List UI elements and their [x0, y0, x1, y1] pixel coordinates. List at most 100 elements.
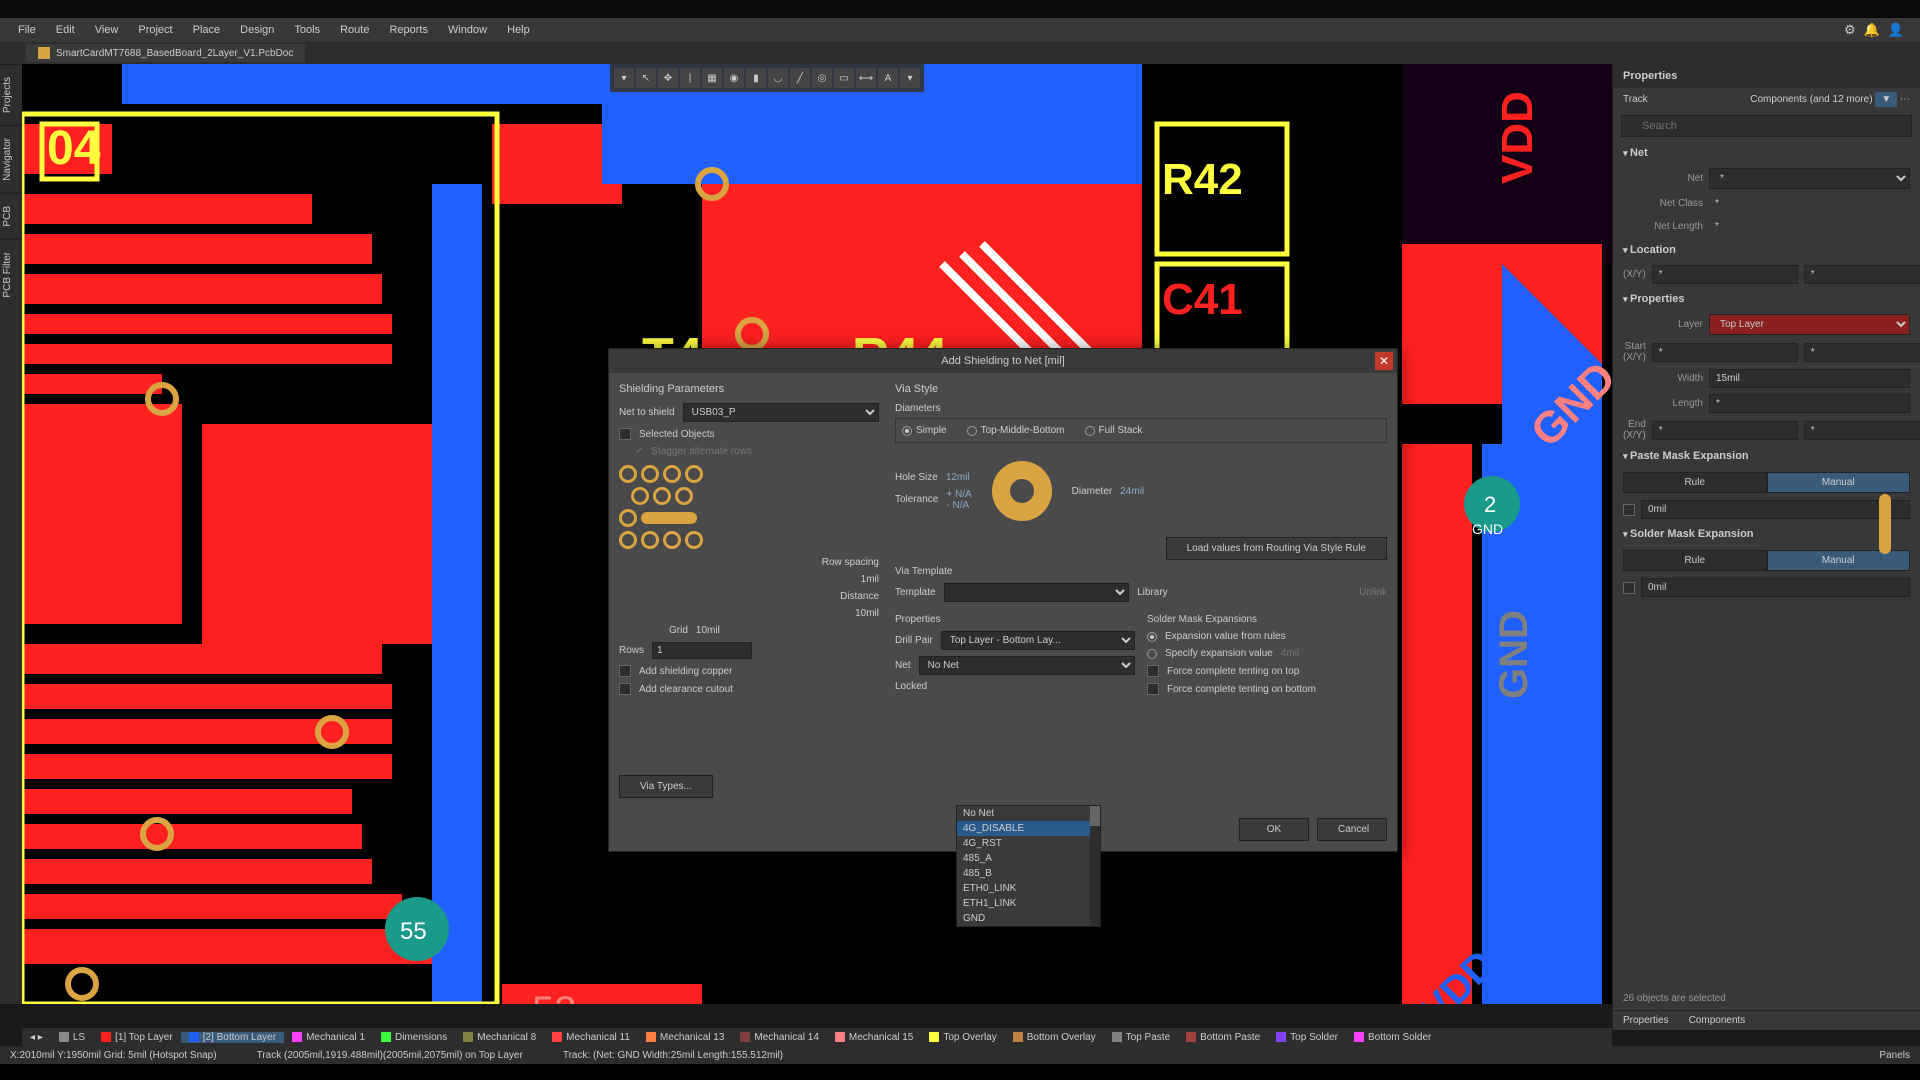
layer-tab[interactable]: Mechanical 1	[284, 1032, 373, 1043]
tool-pad[interactable]: ◉	[724, 68, 744, 88]
search-input[interactable]	[1621, 115, 1912, 137]
width-input[interactable]	[1709, 369, 1910, 388]
start-x[interactable]	[1652, 343, 1798, 362]
close-icon[interactable]: ✕	[1375, 352, 1393, 370]
menu-view[interactable]: View	[85, 20, 129, 40]
layer-tab[interactable]: [1] Top Layer	[93, 1032, 181, 1043]
tool-move[interactable]: ✥	[658, 68, 678, 88]
radio-tmb[interactable]	[967, 426, 977, 436]
force-top-check[interactable]	[1147, 665, 1159, 677]
dropdown-item[interactable]: 485_A	[957, 851, 1100, 866]
layer-nav[interactable]: ◂ ▸	[22, 1032, 51, 1043]
tool-text[interactable]: A	[878, 68, 898, 88]
rail-pcb-filter[interactable]: PCB Filter	[0, 239, 22, 310]
layer-tab[interactable]: Dimensions	[373, 1032, 455, 1043]
menu-edit[interactable]: Edit	[46, 20, 85, 40]
tool-dim[interactable]: ⟷	[856, 68, 876, 88]
diameter[interactable]: 24mil	[1120, 486, 1144, 497]
net-select[interactable]: *	[1709, 168, 1910, 189]
section-properties[interactable]: Properties	[1613, 287, 1920, 311]
layer-tab[interactable]: Mechanical 15	[827, 1032, 921, 1043]
layer-tab[interactable]: Mechanical 11	[544, 1032, 638, 1043]
net-dropdown[interactable]: No Net 4G_DISABLE 4G_RST 485_A 485_B ETH…	[956, 805, 1101, 927]
layer-tab[interactable]: LS	[51, 1032, 93, 1043]
menu-tools[interactable]: Tools	[284, 20, 330, 40]
section-net[interactable]: Net	[1613, 141, 1920, 165]
hole-size[interactable]: 12mil	[946, 472, 970, 483]
selected-objects-check[interactable]	[619, 428, 631, 440]
user-icon[interactable]: 👤	[1888, 22, 1904, 38]
solder-check[interactable]	[1623, 582, 1635, 594]
expand-icon[interactable]: ⋯	[1900, 94, 1910, 105]
layer-tab[interactable]: Top Solder	[1268, 1032, 1346, 1043]
gear-icon[interactable]: ⚙	[1844, 22, 1856, 38]
add-clearance-check[interactable]	[619, 683, 631, 695]
menu-window[interactable]: Window	[438, 20, 497, 40]
scrollbar[interactable]	[1090, 806, 1100, 926]
template-select[interactable]	[944, 583, 1130, 602]
dropdown-item[interactable]: 485_B	[957, 866, 1100, 881]
tool-via[interactable]: ◎	[812, 68, 832, 88]
dropdown-item[interactable]: GND	[957, 911, 1100, 926]
layer-tab[interactable]: Bottom Solder	[1346, 1032, 1439, 1043]
paste-rule[interactable]: Rule	[1623, 472, 1767, 493]
via-types-button[interactable]: Via Types...	[619, 775, 713, 798]
layer-tab[interactable]: Top Overlay	[921, 1032, 1004, 1043]
add-copper-check[interactable]	[619, 665, 631, 677]
tool-cursor[interactable]: ↖	[636, 68, 656, 88]
rail-projects[interactable]: Projects	[0, 64, 22, 125]
solder-rule[interactable]: Rule	[1623, 550, 1767, 571]
tool-select[interactable]: ▾	[614, 68, 634, 88]
length-input[interactable]	[1709, 394, 1910, 413]
ok-button[interactable]: OK	[1239, 818, 1309, 841]
doc-tab[interactable]: SmartCardMT7688_BasedBoard_2Layer_V1.Pcb…	[26, 44, 305, 62]
layer-tab[interactable]: Bottom Overlay	[1005, 1032, 1104, 1043]
menu-project[interactable]: Project	[128, 20, 182, 40]
rail-pcb[interactable]: PCB	[0, 193, 22, 239]
section-location[interactable]: Location	[1613, 238, 1920, 262]
tool-more[interactable]: ▾	[900, 68, 920, 88]
tab-properties[interactable]: Properties	[1613, 1011, 1679, 1030]
cancel-button[interactable]: Cancel	[1317, 818, 1387, 841]
dropdown-item[interactable]: ETH1_LINK	[957, 896, 1100, 911]
tool-arc[interactable]: ◡	[768, 68, 788, 88]
layer-tab[interactable]: Top Paste	[1104, 1032, 1178, 1043]
menu-file[interactable]: File	[8, 20, 46, 40]
dropdown-item[interactable]: No Net	[957, 806, 1100, 821]
loc-x[interactable]	[1652, 265, 1798, 284]
panels-button[interactable]: Panels	[1879, 1050, 1910, 1061]
tool-line[interactable]: ╱	[790, 68, 810, 88]
section-paste[interactable]: Paste Mask Expansion	[1613, 444, 1920, 468]
menu-place[interactable]: Place	[183, 20, 231, 40]
radio-full[interactable]	[1085, 426, 1095, 436]
solder-val[interactable]	[1641, 578, 1910, 597]
layer-select[interactable]: Top Layer	[1709, 314, 1910, 335]
force-bottom-check[interactable]	[1147, 683, 1159, 695]
tool-region[interactable]: ▭	[834, 68, 854, 88]
radio-exp-rules[interactable]	[1147, 632, 1157, 642]
loc-y[interactable]	[1804, 265, 1920, 284]
layer-tab[interactable]: Mechanical 13	[638, 1032, 732, 1043]
dropdown-item[interactable]: ETH0_LINK	[957, 881, 1100, 896]
menu-reports[interactable]: Reports	[379, 20, 438, 40]
layer-tab[interactable]: Mechanical 14	[732, 1032, 826, 1043]
dropdown-item[interactable]: 4G_RST	[957, 836, 1100, 851]
rail-navigator[interactable]: Navigator	[0, 125, 22, 193]
tool-comp[interactable]: ▦	[702, 68, 722, 88]
menu-design[interactable]: Design	[230, 20, 284, 40]
load-rule-button[interactable]: Load values from Routing Via Style Rule	[1166, 537, 1387, 560]
end-y[interactable]	[1804, 421, 1920, 440]
filter-icon[interactable]: ▼	[1875, 92, 1897, 107]
layer-tab[interactable]: Bottom Paste	[1178, 1032, 1268, 1043]
tab-components[interactable]: Components	[1679, 1011, 1756, 1030]
net-to-shield-select[interactable]: USB03_P	[683, 403, 879, 422]
paste-check[interactable]	[1623, 504, 1635, 516]
rows-input[interactable]	[652, 642, 752, 659]
drill-pair-select[interactable]: Top Layer - Bottom Lay...	[941, 631, 1135, 650]
radio-exp-specify[interactable]	[1147, 649, 1157, 659]
end-x[interactable]	[1652, 421, 1798, 440]
dialog-net-select[interactable]: No Net	[919, 656, 1135, 675]
bell-icon[interactable]: 🔔	[1864, 22, 1880, 38]
tool-fill[interactable]: ▮	[746, 68, 766, 88]
layer-tab[interactable]: Mechanical 8	[455, 1032, 544, 1043]
